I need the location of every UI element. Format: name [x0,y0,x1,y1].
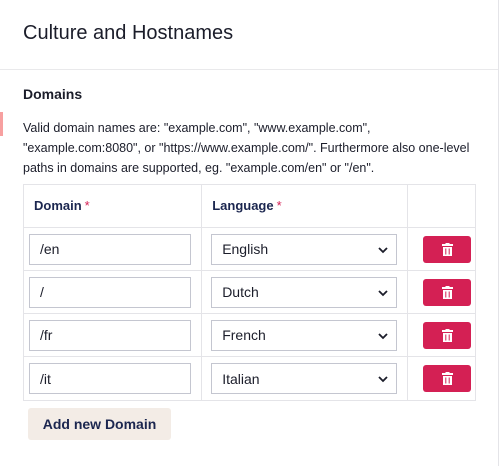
delete-domain-button[interactable] [423,365,472,392]
action-cell [408,228,475,270]
table-row: English [24,228,475,271]
required-marker: * [276,198,282,213]
panel-header: Culture and Hostnames [0,0,498,70]
column-header-language: Language * [202,185,409,227]
chevron-down-icon [378,246,388,253]
column-header-domain: Domain * [24,185,203,227]
language-select-value: French [222,327,266,343]
language-select-value: English [222,241,269,257]
domain-input[interactable] [29,276,191,308]
action-cell [408,271,475,313]
language-cell: French [202,314,409,356]
action-cell [408,357,475,400]
domain-input[interactable] [29,319,191,351]
culture-hostnames-panel: Culture and Hostnames Domains Valid doma… [0,0,499,466]
domains-section: Domains Valid domain names are: "example… [0,70,498,178]
chevron-down-icon [378,332,388,339]
language-select-value: Dutch [222,284,259,300]
language-select[interactable]: English [211,233,398,265]
required-marker: * [84,198,90,213]
language-cell: Dutch [202,271,409,313]
table-row: Italian [24,357,475,400]
action-cell [408,314,475,356]
domain-cell [24,314,203,356]
delete-domain-button[interactable] [423,235,472,263]
trash-icon [441,242,453,256]
domain-input[interactable] [29,233,191,265]
column-header-actions [408,185,475,227]
add-new-domain-button[interactable]: Add new Domain [28,408,171,440]
language-select[interactable]: Italian [211,363,398,394]
chevron-down-icon [378,376,388,383]
table-header: Domain * Language * [24,185,475,228]
panel-title: Culture and Hostnames [23,22,234,44]
language-select-value: Italian [222,370,260,387]
language-cell: Italian [202,357,409,400]
domain-cell [24,228,203,270]
language-select[interactable]: French [211,319,398,351]
trash-icon [441,372,453,385]
accent-edge [0,112,3,136]
trash-icon [441,328,453,342]
domain-input[interactable] [29,363,191,394]
table-row: Dutch [24,271,475,314]
delete-domain-button[interactable] [423,321,472,349]
column-header-domain-label: Domain [34,198,82,213]
language-cell: English [202,228,409,270]
section-title: Domains [23,86,83,102]
trash-icon [441,285,453,299]
delete-domain-button[interactable] [423,278,472,306]
domain-cell [24,271,203,313]
chevron-down-icon [378,289,388,296]
domains-description: Valid domain names are: "example.com", "… [23,121,470,175]
column-header-language-label: Language [212,198,274,213]
domain-cell [24,357,203,400]
domains-table: Domain* Language* English [23,184,476,401]
table-row: French [24,314,475,357]
language-select[interactable]: Dutch [211,276,398,308]
